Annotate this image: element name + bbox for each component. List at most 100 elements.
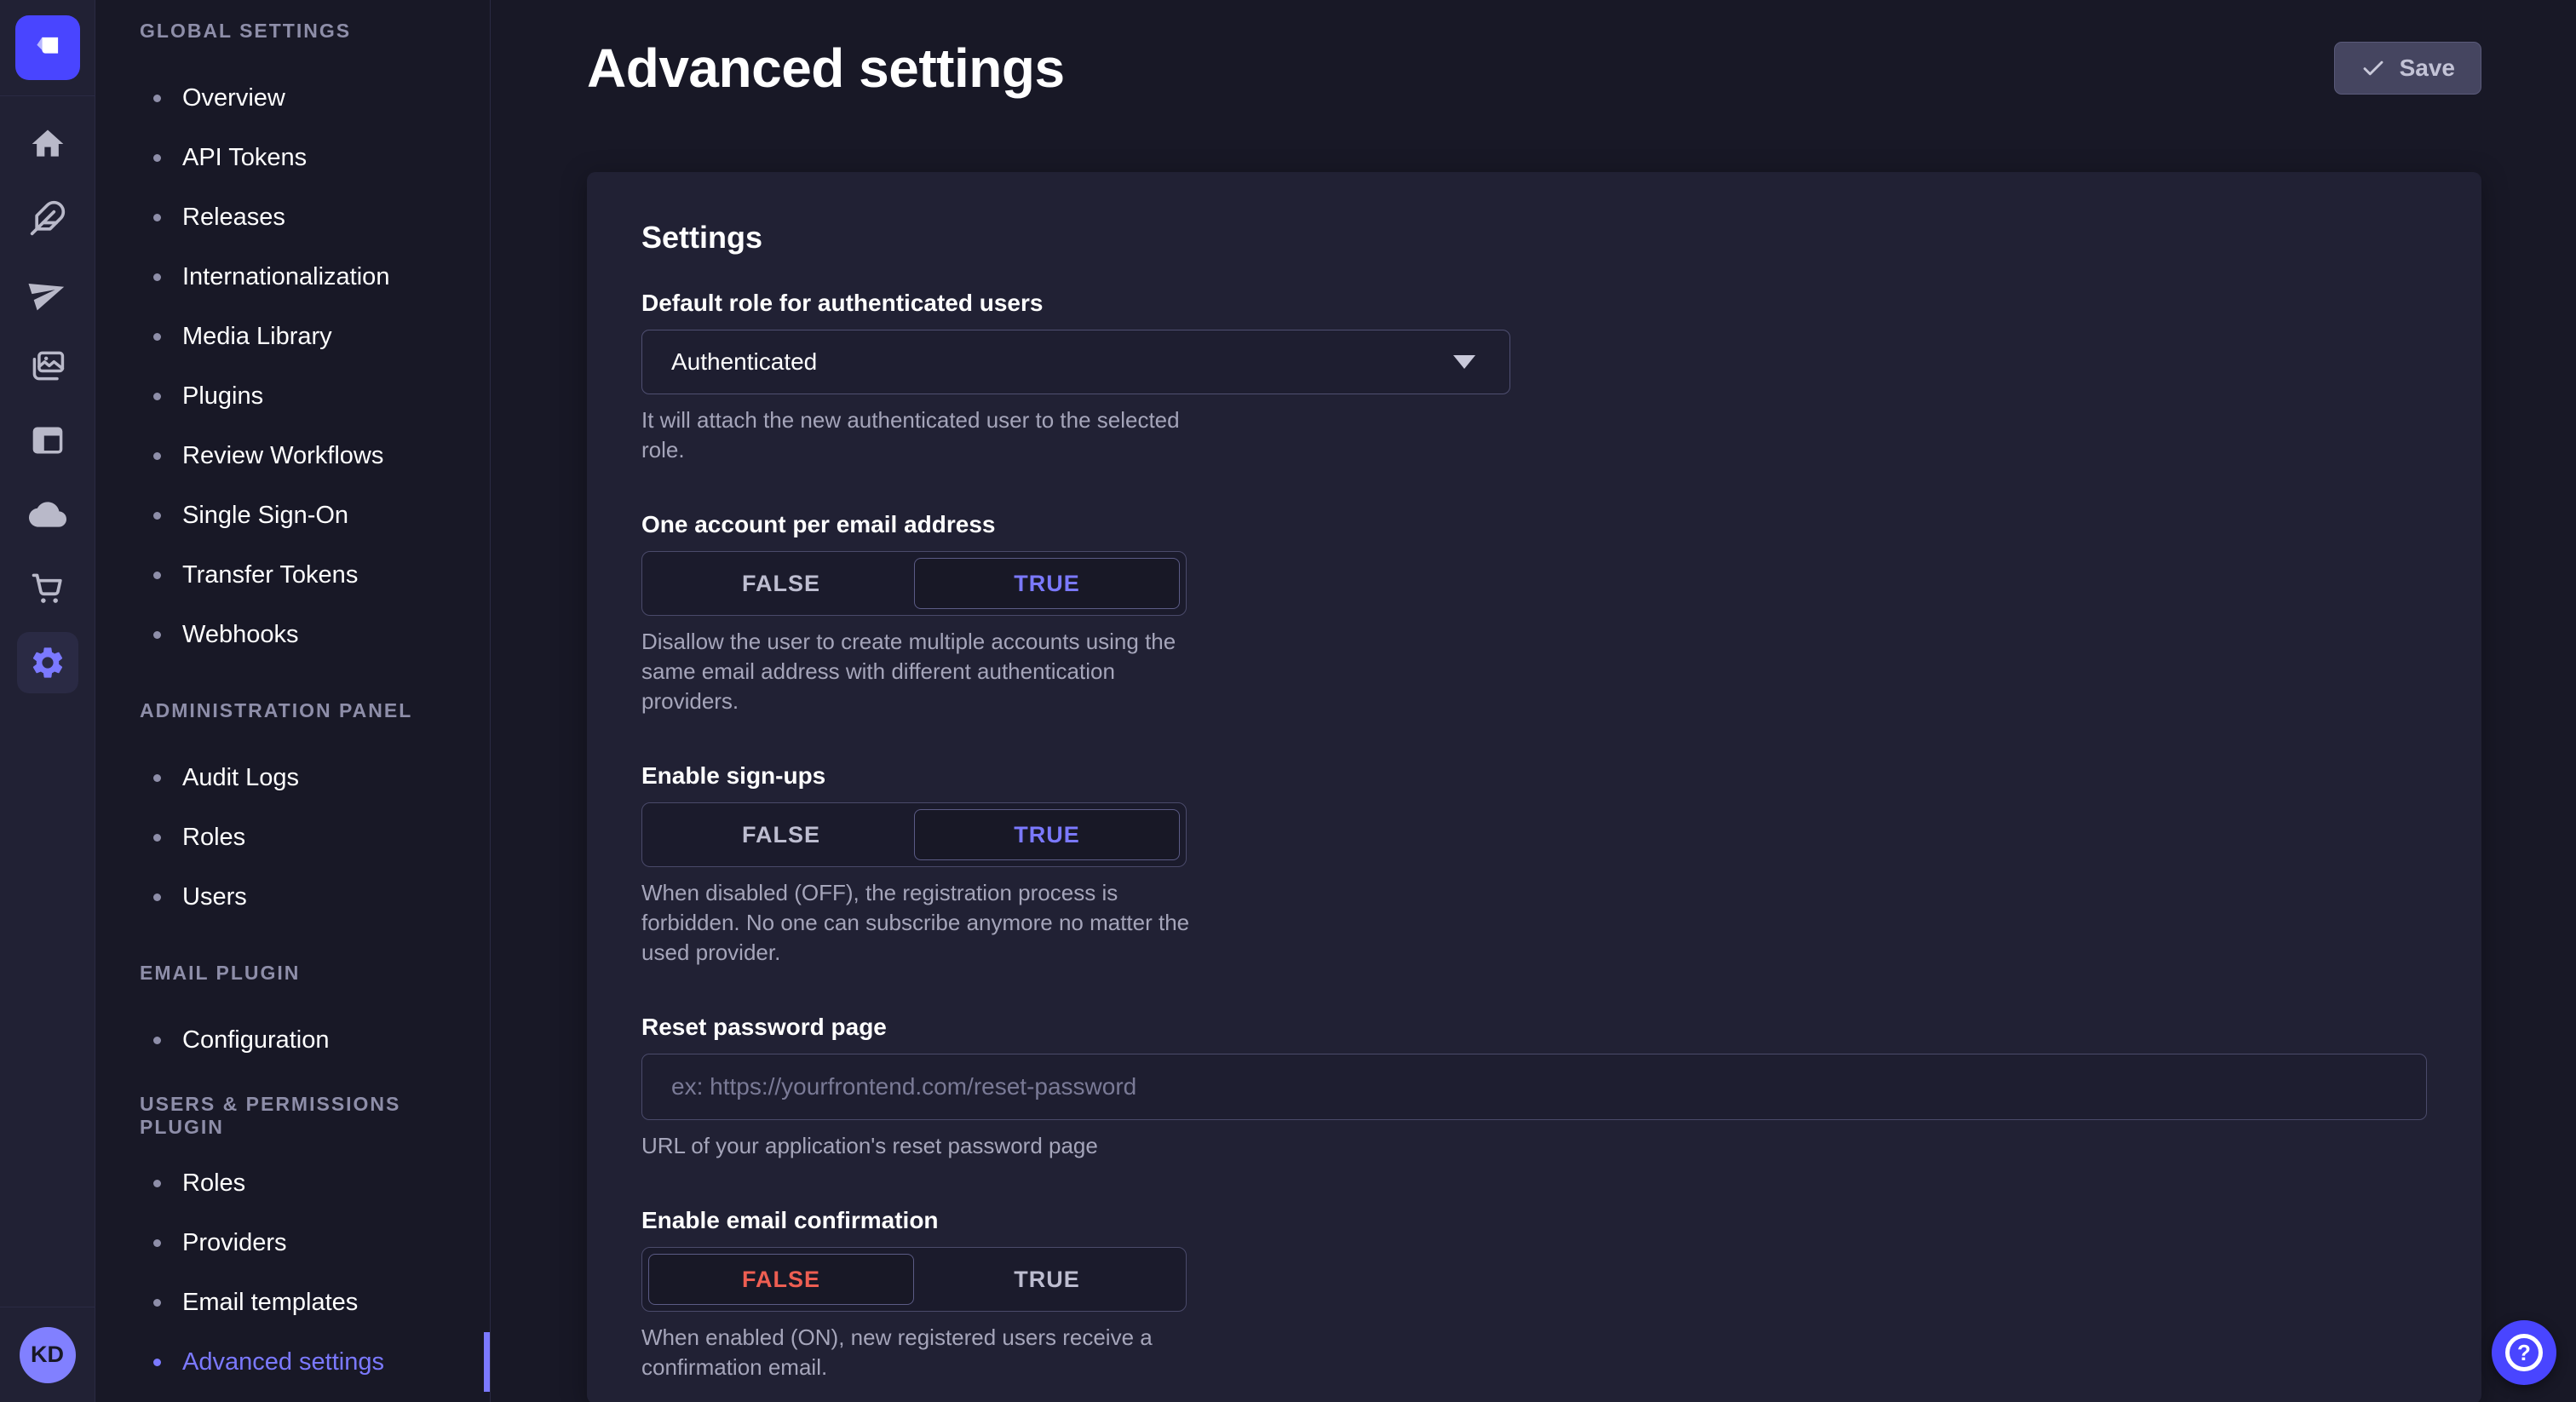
subnav-item-email-templates[interactable]: Email templates [95,1273,490,1332]
subnav-item-admin-roles[interactable]: Roles [95,807,490,867]
section-header: ADMINISTRATION PANEL [95,692,490,729]
bullet-icon [153,1359,161,1366]
panel-title: Settings [641,220,2427,256]
subnav-section-email-plugin: EMAIL PLUGIN Configuration [95,954,490,1070]
subnav-item-plugins[interactable]: Plugins [95,366,490,426]
save-button[interactable]: Save [2334,42,2481,95]
subnav-section-users-permissions-plugin: USERS & PERMISSIONS PLUGIN Roles Provide… [95,1097,490,1392]
strapi-glyph [29,29,66,66]
bullet-icon [153,154,161,162]
subnav-item-email-configuration[interactable]: Configuration [95,1010,490,1070]
bullet-icon [153,214,161,221]
check-icon [2360,55,2386,81]
bullet-icon [153,1299,161,1307]
bullet-icon [153,333,161,341]
field-label: Enable email confirmation [641,1207,2427,1234]
field-default-role: Default role for authenticated users Aut… [641,290,2427,465]
toggle-option-true[interactable]: TRUE [914,1254,1180,1305]
content-type-builder-feather-icon[interactable] [17,187,78,249]
subnav-item-overview[interactable]: Overview [95,68,490,128]
toggle-option-false[interactable]: FALSE [648,558,914,609]
subnav-item-review-workflows[interactable]: Review Workflows [95,426,490,486]
toggle-option-false[interactable]: FALSE [648,1254,914,1305]
bullet-icon [153,1239,161,1247]
settings-panel: Settings Default role for authenticated … [587,172,2481,1402]
chevron-down-icon [1453,355,1475,369]
reset-password-input[interactable] [641,1054,2427,1120]
field-one-account-per-email: One account per email address FALSE TRUE… [641,511,2427,716]
bullet-icon [153,452,161,460]
section-header: USERS & PERMISSIONS PLUGIN [95,1097,490,1135]
page-title: Advanced settings [587,36,1065,101]
toggle-option-true[interactable]: TRUE [914,809,1180,860]
bullet-icon [153,834,161,842]
main-nav-rail: KD [0,0,95,1402]
bullet-icon [153,572,161,579]
toggle-option-true[interactable]: TRUE [914,558,1180,609]
page-header: Advanced settings Save [491,0,2576,101]
subnav-section-administration-panel: ADMINISTRATION PANEL Audit Logs Roles Us… [95,692,490,927]
field-enable-sign-ups: Enable sign-ups FALSE TRUE When disabled… [641,762,2427,968]
cloud-icon[interactable] [17,484,78,545]
media-library-images-icon[interactable] [17,336,78,397]
deploy-paper-plane-icon[interactable] [17,261,78,323]
bullet-icon [153,893,161,901]
field-label: Enable sign-ups [641,762,2427,790]
default-role-select[interactable]: Authenticated [641,330,1510,394]
question-mark-icon: ? [2505,1334,2543,1371]
subnav-item-providers[interactable]: Providers [95,1213,490,1273]
app-window: KD GLOBAL SETTINGS Overview API Tokens R… [0,0,2576,1402]
settings-gear-icon[interactable] [17,632,78,693]
subnav-item-internationalization[interactable]: Internationalization [95,247,490,307]
bullet-icon [153,393,161,400]
field-label: Default role for authenticated users [641,290,2427,317]
field-label: Reset password page [641,1014,2427,1041]
main-content: Advanced settings Save Settings Default … [491,0,2576,1402]
subnav-item-single-sign-on[interactable]: Single Sign-On [95,486,490,545]
subnav-item-audit-logs[interactable]: Audit Logs [95,748,490,807]
field-hint: Disallow the user to create multiple acc… [641,627,1208,716]
subnav-item-media-library[interactable]: Media Library [95,307,490,366]
bullet-icon [153,774,161,782]
subnav-item-releases[interactable]: Releases [95,187,490,247]
field-reset-password-page: Reset password page URL of your applicat… [641,1014,2427,1161]
content-manager-layout-icon[interactable] [17,410,78,471]
user-avatar[interactable]: KD [20,1327,76,1383]
bullet-icon [153,1037,161,1044]
field-enable-email-confirmation: Enable email confirmation FALSE TRUE Whe… [641,1207,2427,1382]
bullet-icon [153,1180,161,1187]
logo-container [0,0,95,96]
subnav-section-global-settings: GLOBAL SETTINGS Overview API Tokens Rele… [95,12,490,664]
marketplace-cart-icon[interactable] [17,558,78,619]
email-confirmation-toggle: FALSE TRUE [641,1247,1187,1312]
save-button-label: Save [2400,55,2455,82]
section-header: GLOBAL SETTINGS [95,12,490,49]
home-icon[interactable] [17,113,78,175]
sign-ups-toggle: FALSE TRUE [641,802,1187,867]
subnav-item-advanced-settings[interactable]: Advanced settings [95,1332,490,1392]
rail-footer: KD [0,1307,95,1402]
bullet-icon [153,631,161,639]
field-hint: When disabled (OFF), the registration pr… [641,878,1208,968]
bullet-icon [153,273,161,281]
one-account-toggle: FALSE TRUE [641,551,1187,616]
subnav-item-webhooks[interactable]: Webhooks [95,605,490,664]
select-value: Authenticated [671,348,817,376]
bullet-icon [153,95,161,102]
field-label: One account per email address [641,511,2427,538]
bullet-icon [153,512,161,520]
strapi-logo-icon[interactable] [15,15,80,80]
field-hint: When enabled (ON), new registered users … [641,1323,1208,1382]
toggle-option-false[interactable]: FALSE [648,809,914,860]
section-header: EMAIL PLUGIN [95,954,490,991]
help-button[interactable]: ? [2492,1320,2556,1385]
field-hint: URL of your application's reset password… [641,1131,2427,1161]
subnav-item-up-roles[interactable]: Roles [95,1153,490,1213]
subnav-item-admin-users[interactable]: Users [95,867,490,927]
rail-icon-list [0,96,95,706]
settings-subnav: GLOBAL SETTINGS Overview API Tokens Rele… [95,0,491,1402]
subnav-item-api-tokens[interactable]: API Tokens [95,128,490,187]
field-hint: It will attach the new authenticated use… [641,405,1208,465]
rail-spacer [0,706,95,1307]
subnav-item-transfer-tokens[interactable]: Transfer Tokens [95,545,490,605]
